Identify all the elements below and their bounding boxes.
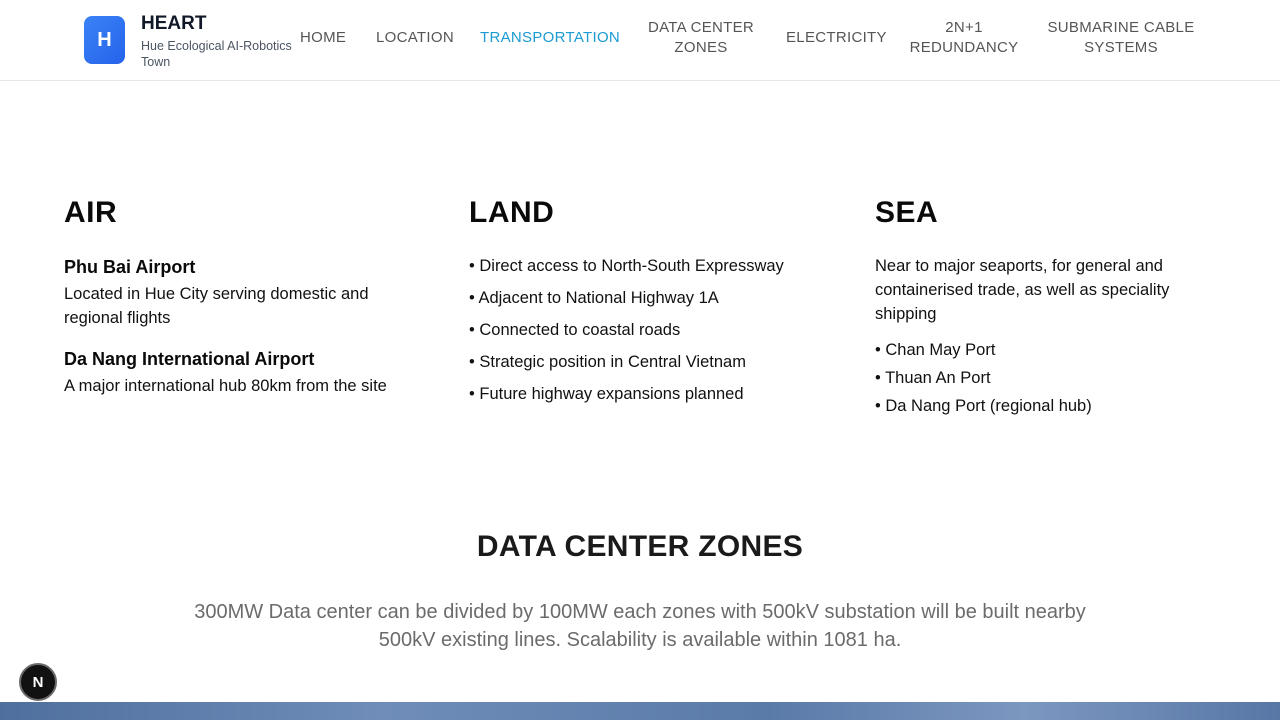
- nav-data-center-line2: ZONES: [674, 39, 728, 56]
- logo-icon[interactable]: H: [84, 16, 125, 64]
- nav-home[interactable]: HOME: [300, 28, 346, 48]
- airport-description: A major international hub 80km from the …: [64, 377, 387, 395]
- nav-data-center-line1: DATA CENTER: [647, 19, 755, 36]
- data-center-title: DATA CENTER ZONES: [476, 530, 804, 563]
- land-list-item: • Connected to coastal roads: [469, 321, 681, 339]
- nav-redundancy-line2: REDUNDANCY: [909, 39, 1019, 56]
- sea-port-item: • Thuan An Port: [875, 369, 991, 387]
- land-list-item: • Strategic position in Central Vietnam: [469, 353, 746, 371]
- data-center-description: 300MW Data center can be divided by 100M…: [194, 601, 1086, 651]
- brand-title[interactable]: HEART: [141, 13, 206, 35]
- sea-port-item: • Chan May Port: [875, 341, 996, 359]
- airport-description: Located in Hue City serving domestic and…: [64, 285, 369, 327]
- top-navbar: H HEART Hue Ecological AI-Robotics Town …: [0, 0, 1280, 81]
- brand-subtitle: Hue Ecological AI-Robotics Town: [141, 39, 292, 69]
- hero-image-strip: [0, 702, 1280, 720]
- sea-port-item: • Da Nang Port (regional hub): [875, 397, 1092, 415]
- land-list-item: • Future highway expansions planned: [469, 385, 744, 403]
- sea-heading: SEA: [875, 196, 939, 229]
- nav-redundancy[interactable]: 2N+1 REDUNDANCY: [904, 18, 1024, 58]
- nav-electricity[interactable]: ELECTRICITY: [786, 28, 887, 48]
- nav-submarine-cable[interactable]: SUBMARINE CABLE SYSTEMS: [1046, 18, 1196, 58]
- land-list-item: • Direct access to North-South Expresswa…: [469, 257, 784, 275]
- nav-submarine-line1: SUBMARINE CABLE: [1047, 19, 1195, 36]
- nav-location[interactable]: LOCATION: [376, 28, 454, 48]
- airport-name: Phu Bai Airport: [64, 257, 196, 277]
- nav-submarine-line2: SYSTEMS: [1084, 39, 1158, 56]
- nav-redundancy-line1: 2N+1: [945, 19, 983, 36]
- land-heading: LAND: [469, 196, 555, 229]
- land-list-item: • Adjacent to National Highway 1A: [469, 289, 719, 307]
- airport-name: Da Nang International Airport: [64, 349, 315, 369]
- n-badge-icon[interactable]: N: [19, 663, 57, 701]
- air-heading: AIR: [64, 196, 118, 229]
- sea-intro: Near to major seaports, for general and …: [875, 257, 1170, 323]
- nav-transportation[interactable]: TRANSPORTATION: [480, 28, 620, 48]
- nav-data-center-zones[interactable]: DATA CENTER ZONES: [640, 18, 762, 58]
